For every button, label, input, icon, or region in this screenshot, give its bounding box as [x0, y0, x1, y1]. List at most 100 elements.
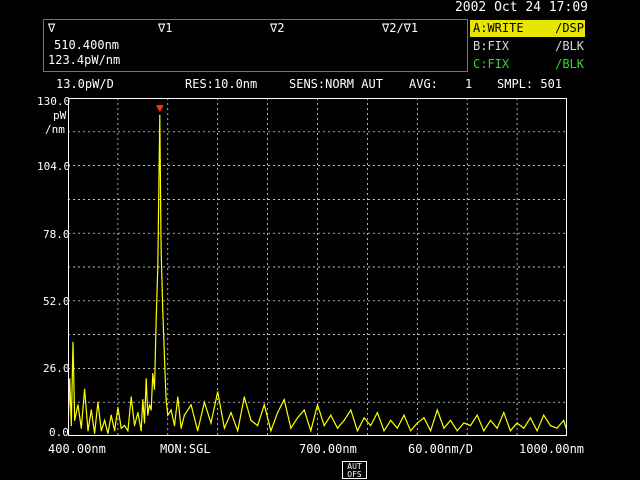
y-tick-label: 52.0	[43, 295, 70, 308]
trace-a-name: A:WRITE	[473, 21, 524, 35]
trace-point	[152, 373, 154, 375]
trace-point	[423, 417, 425, 419]
scale-readout: 13.0pW/D	[56, 77, 114, 91]
trace-point	[303, 409, 305, 411]
trace-point	[130, 396, 132, 398]
y-tick-label: 0.0	[49, 426, 69, 439]
trace-point	[496, 427, 498, 429]
trace-point	[84, 388, 86, 390]
trace-point	[310, 430, 312, 432]
trace-point	[450, 419, 452, 421]
trace-point	[170, 409, 172, 411]
trace-point	[363, 417, 365, 419]
trace-c-name: C:FIX	[473, 57, 510, 71]
y-tick-label: 130.0	[37, 95, 71, 108]
trace-point	[343, 419, 345, 421]
trace-point	[476, 414, 478, 416]
resolution-readout: RES:10.0nm	[185, 77, 258, 91]
trace-point	[277, 412, 279, 414]
trace-point	[370, 425, 372, 427]
marker-ratio-column-label: ∇2∕∇1	[382, 21, 419, 35]
trace-point	[183, 414, 185, 416]
trace-point	[523, 427, 525, 429]
trace-b-name: B:FIX	[473, 39, 510, 53]
trace-point	[296, 417, 299, 419]
marker-readout-panel: ∇ ∇1 ∇2 ∇2∕∇1 510.400nm 123.4pW/nm	[43, 19, 468, 72]
trace-point	[330, 414, 332, 416]
trace-point	[403, 414, 405, 416]
trace-point	[270, 430, 272, 432]
trace-point	[77, 404, 79, 406]
trace-point	[503, 412, 505, 414]
trace-point	[456, 430, 458, 432]
trace-point	[543, 414, 545, 416]
trace-point	[104, 419, 106, 421]
monitor-mode: MON:SGL	[160, 442, 211, 456]
date-time-display: 2002 Oct 24 17:09	[454, 0, 588, 15]
trace-point	[210, 422, 212, 424]
trace-point	[350, 409, 352, 411]
average-label: AVG:	[409, 77, 438, 91]
trace-point	[148, 404, 151, 406]
marker-column-label: ∇	[48, 21, 56, 35]
trace-point	[69, 378, 71, 380]
y-unit-label: pW	[53, 109, 67, 122]
trace-point	[237, 430, 239, 432]
trace-point	[436, 409, 438, 411]
trace-point	[217, 391, 219, 393]
trace-point	[153, 388, 156, 390]
trace-point	[483, 430, 485, 432]
auto-offset-button[interactable]: AUT OFS	[342, 461, 367, 479]
trace-point	[257, 425, 259, 427]
spectrum-plot[interactable]	[68, 98, 567, 436]
trace-point	[563, 419, 565, 421]
trace-point	[137, 412, 139, 414]
trace-point	[110, 414, 112, 416]
marker-level-value: 123.4pW/nm	[48, 53, 121, 67]
trace-point	[316, 404, 319, 406]
trace-point	[356, 430, 358, 432]
trace-c-row[interactable]: C:FIX /BLK	[470, 56, 585, 73]
trace-point	[133, 425, 136, 427]
y-tick-label: 78.0	[43, 228, 70, 241]
trace-point	[177, 396, 179, 398]
trace-point	[430, 430, 432, 432]
trace-point	[180, 427, 182, 429]
trace-point	[157, 266, 159, 268]
trace-point	[145, 378, 147, 380]
trace-point	[72, 341, 74, 343]
trace-point	[323, 425, 325, 427]
trace-point	[463, 422, 465, 424]
center-wavelength: 700.00nm	[299, 442, 357, 456]
trace-point	[150, 409, 152, 411]
trace-point	[529, 417, 531, 419]
trace-point	[243, 396, 245, 398]
trace-point	[556, 427, 558, 429]
trace-point	[87, 430, 89, 432]
trace-point	[114, 430, 116, 432]
trace-point	[120, 427, 122, 429]
marker1-column-label: ∇1	[158, 21, 173, 35]
trace-point	[197, 430, 199, 432]
trace-point	[223, 427, 225, 429]
trace-point	[283, 399, 285, 401]
sampling-readout: SMPL: 501	[497, 77, 563, 91]
trace-point	[410, 430, 412, 432]
auto-offset-line2: OFS	[347, 470, 362, 479]
trace-point	[107, 432, 109, 434]
trace-point	[489, 419, 492, 421]
sensitivity-readout: SENS:NORM AUT	[289, 77, 383, 91]
span-per-division: 60.00nm/D	[408, 442, 474, 456]
trace-point	[155, 318, 157, 320]
trace-point	[509, 430, 511, 432]
trace-point	[140, 430, 142, 432]
trace-point	[74, 419, 76, 421]
trace-point	[263, 404, 265, 406]
trace-point	[173, 425, 176, 427]
trace-point	[117, 406, 119, 408]
trace-point	[390, 419, 392, 421]
trace-point	[383, 430, 385, 432]
trace-a-row[interactable]: A:WRITE /DSP	[470, 20, 585, 37]
trace-point	[97, 401, 99, 403]
trace-b-row[interactable]: B:FIX /BLK	[470, 38, 585, 55]
